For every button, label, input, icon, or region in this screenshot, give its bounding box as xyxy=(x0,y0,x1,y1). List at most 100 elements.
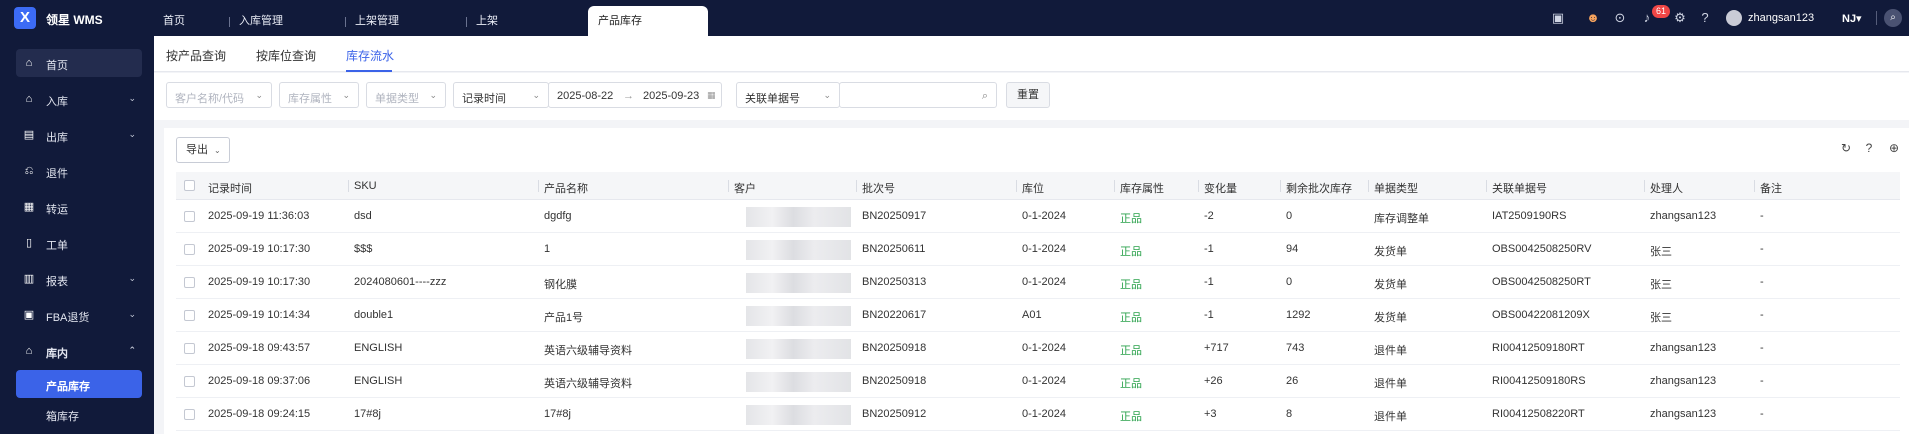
select-all-checkbox[interactable] xyxy=(184,180,195,191)
cell-remark: - xyxy=(1760,342,1764,354)
refresh-icon[interactable]: ↻ xyxy=(1838,140,1854,156)
username[interactable]: zhangsan123 xyxy=(1748,12,1814,24)
date-range-picker[interactable]: 2025-08-22 → 2025-09-23 ▦ xyxy=(548,82,722,108)
cell-product-name: dgdfg xyxy=(544,210,572,222)
nav-tab-product-inventory[interactable]: 产品库存 xyxy=(588,6,708,36)
help-icon[interactable]: ? xyxy=(1697,10,1713,26)
related-doc-search-input[interactable]: ⌕ xyxy=(839,82,997,108)
table-row[interactable]: 2025-09-19 10:17:30 $$$ 1 BN20250611 0-1-202… xyxy=(176,233,1900,266)
cell-related-doc: RI00412509180RS xyxy=(1492,375,1586,387)
table-row[interactable]: 2025-09-19 10:14:34 double1 产品1号 BN20220617… xyxy=(176,299,1900,332)
tab-by-location[interactable]: 按库位查询 xyxy=(256,47,316,64)
customer-redacted xyxy=(746,207,851,227)
cell-inventory-attr: 正品 xyxy=(1120,279,1142,291)
customer-redacted xyxy=(746,372,851,392)
cell-inventory-attr: 正品 xyxy=(1120,246,1142,258)
chevron-down-icon: ⌄ xyxy=(429,90,437,100)
col-change[interactable]: 变化量 xyxy=(1198,180,1237,196)
col-doc-type[interactable]: 单据类型 xyxy=(1368,180,1418,196)
sidebar-item-reports[interactable]: ▥ 报表 ⌄ xyxy=(16,265,142,293)
results-panel: 导出 ⌄ ↻ ? ⊕ 记录时间 SKU 产品名称 客户 批次号 库位 库存属性 变… xyxy=(164,128,1909,434)
col-product-name[interactable]: 产品名称 xyxy=(538,180,588,196)
sidebar-item-transfer[interactable]: ▦ 转运 xyxy=(16,193,142,221)
col-record-time[interactable]: 记录时间 xyxy=(208,180,252,196)
tab-by-product[interactable]: 按产品查询 xyxy=(166,47,226,64)
sidebar-item-fba-returns[interactable]: ▣ FBA退货 ⌄ xyxy=(16,301,142,329)
cell-doc-type: 发货单 xyxy=(1374,312,1407,324)
related-doc-type-select[interactable]: 关联单据号 ⌄ xyxy=(736,82,840,108)
col-related-doc[interactable]: 关联单据号 xyxy=(1486,180,1547,196)
chevron-down-icon: ⌄ xyxy=(823,90,831,100)
related-doc-type-value: 关联单据号 xyxy=(745,93,800,105)
avatar[interactable] xyxy=(1726,10,1742,26)
sidebar-item-label: 转运 xyxy=(46,204,68,216)
cell-related-doc: RI00412509180RT xyxy=(1492,342,1585,354)
sidebar-item-inbound[interactable]: ⌂ 入库 ⌄ xyxy=(16,85,142,113)
row-checkbox[interactable] xyxy=(184,310,195,321)
col-remark[interactable]: 备注 xyxy=(1754,180,1782,196)
col-customer[interactable]: 客户 xyxy=(728,180,756,196)
nav-tab-putaway-mgmt[interactable]: 上架管理 xyxy=(345,0,399,36)
cell-batch: BN20250912 xyxy=(862,408,927,420)
transfer-icon: ▦ xyxy=(23,201,35,213)
row-checkbox[interactable] xyxy=(184,343,195,354)
col-remaining-batch[interactable]: 剩余批次库存 xyxy=(1280,180,1352,196)
col-handler[interactable]: 处理人 xyxy=(1644,180,1683,196)
cell-batch: BN20250611 xyxy=(862,243,926,255)
cell-change: +3 xyxy=(1204,408,1217,420)
cell-location: 0-1-2024 xyxy=(1022,276,1067,288)
row-checkbox[interactable] xyxy=(184,211,195,222)
sidebar-item-work-order[interactable]: ▯ 工单 xyxy=(16,229,142,257)
col-inventory-attr[interactable]: 库存属性 xyxy=(1114,180,1164,196)
region-selector[interactable]: NJ▾ xyxy=(1842,12,1862,25)
calendar-icon: ▦ xyxy=(707,90,716,100)
settings-icon[interactable]: ⚙ xyxy=(1672,10,1688,26)
time-type-select[interactable]: 记录时间 ⌄ xyxy=(453,82,549,108)
export-button[interactable]: 导出 ⌄ xyxy=(176,137,230,163)
sidebar-subitem-box-inventory[interactable]: 箱库存 xyxy=(46,408,79,424)
chevron-down-icon: ⌄ xyxy=(128,129,136,139)
sidebar-item-warehouse[interactable]: ⌂ 库内 ⌃ xyxy=(16,337,142,365)
inventory-attr-select[interactable]: 库存属性 ⌄ xyxy=(279,82,359,108)
nav-tab-putaway[interactable]: 上架 xyxy=(466,0,498,36)
cell-handler: zhangsan123 xyxy=(1650,342,1717,354)
column-settings-icon[interactable]: ⊕ xyxy=(1886,140,1902,156)
table-row[interactable]: 2025-09-18 09:24:15 17#8j 17#8j BN20250912 0… xyxy=(176,398,1900,431)
nav-tab-inbound-mgmt[interactable]: 入库管理 xyxy=(229,0,283,36)
cell-location: 0-1-2024 xyxy=(1022,243,1067,255)
cell-sku: dsd xyxy=(354,210,372,222)
main-content: 按产品查询 按库位查询 库存流水 客户名称/代码 ⌄ 库存属性 ⌄ 单据类型 ⌄… xyxy=(154,36,1909,434)
cell-sku: ENGLISH xyxy=(354,375,403,387)
help-icon[interactable]: ? xyxy=(1861,140,1877,156)
sidebar-subitem-product-inventory[interactable]: 产品库存 xyxy=(16,370,142,398)
col-sku[interactable]: SKU xyxy=(348,180,377,192)
customer-placeholder: 客户名称/代码 xyxy=(175,93,245,105)
reset-button[interactable]: 重置 xyxy=(1006,82,1050,108)
customer-select[interactable]: 客户名称/代码 ⌄ xyxy=(166,82,272,108)
row-checkbox[interactable] xyxy=(184,244,195,255)
nav-tab-home[interactable]: 首页 xyxy=(163,0,185,36)
download-icon[interactable]: ⊙ xyxy=(1612,10,1628,26)
inbox-icon[interactable]: ▣ xyxy=(1550,10,1566,26)
table-row[interactable]: 2025-09-18 09:43:57 ENGLISH 英语六级辅导资料 BN2025… xyxy=(176,332,1900,365)
cell-doc-type: 退件单 xyxy=(1374,378,1407,390)
table-row[interactable]: 2025-09-19 11:36:03 dsd dgdfg BN20250917 0-1… xyxy=(176,200,1900,233)
cell-product-name: 英语六级辅导资料 xyxy=(544,378,632,390)
sidebar-item-returns[interactable]: ⎌ 退件 xyxy=(16,157,142,185)
cell-record-time: 2025-09-19 10:17:30 xyxy=(208,276,311,288)
row-checkbox[interactable] xyxy=(184,409,195,420)
table-row[interactable]: 2025-09-19 10:17:30 2024080601----zzz 钢化膜 B… xyxy=(176,266,1900,299)
sidebar-item-label: FBA退货 xyxy=(46,312,90,324)
search-icon[interactable]: ⌕ xyxy=(1884,9,1902,27)
row-checkbox[interactable] xyxy=(184,376,195,387)
robot-icon[interactable]: ☻ xyxy=(1585,10,1601,26)
sidebar-item-outbound[interactable]: ▤ 出库 ⌄ xyxy=(16,121,142,149)
table-row[interactable]: 2025-09-18 09:37:06 ENGLISH 英语六级辅导资料 BN2025… xyxy=(176,365,1900,398)
sidebar-item-home[interactable]: ⌂ 首页 xyxy=(16,49,142,77)
row-checkbox[interactable] xyxy=(184,277,195,288)
col-batch[interactable]: 批次号 xyxy=(856,180,895,196)
col-location[interactable]: 库位 xyxy=(1016,180,1044,196)
sidebar: ⌂ 首页 ⌂ 入库 ⌄ ▤ 出库 ⌄ ⎌ 退件 ▦ 转运 ▯ 工单 ▥ 报表 ⌄… xyxy=(0,36,154,434)
doc-type-select[interactable]: 单据类型 ⌄ xyxy=(366,82,446,108)
tab-inventory-flow[interactable]: 库存流水 xyxy=(346,47,394,64)
